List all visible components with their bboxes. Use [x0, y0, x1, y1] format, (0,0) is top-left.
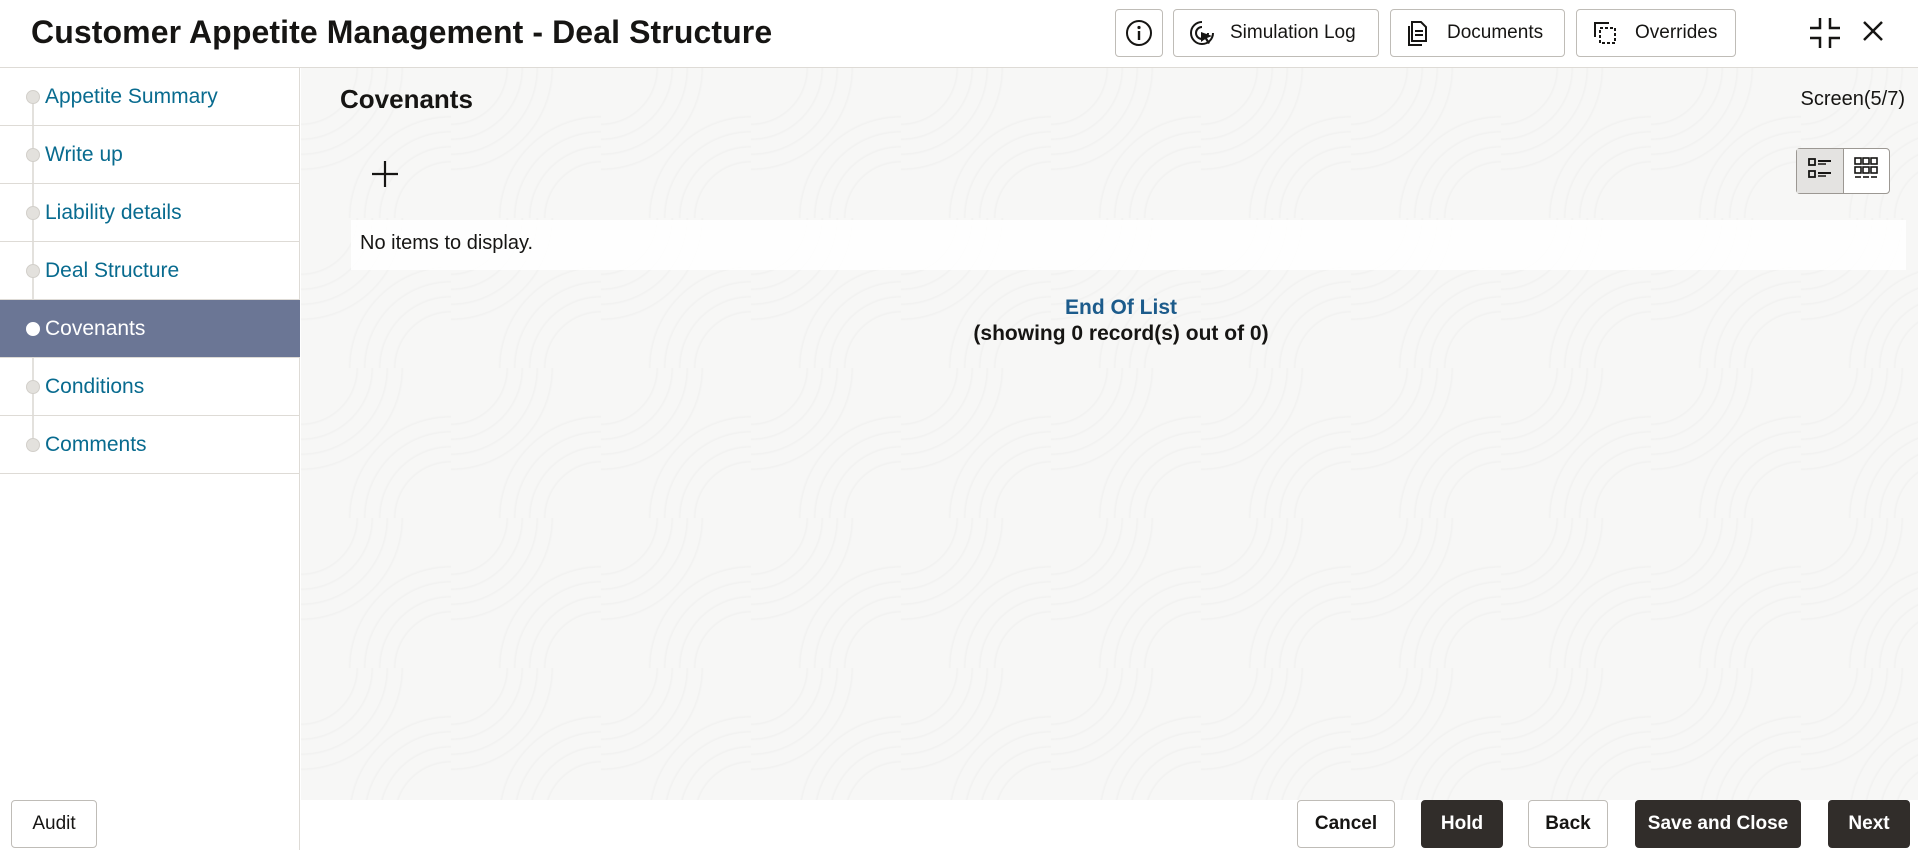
simulation-log-label: Simulation Log	[1230, 22, 1356, 43]
sidebar-item-appetite-summary[interactable]: Appetite Summary	[0, 68, 300, 126]
hold-button[interactable]: Hold	[1421, 800, 1503, 848]
section-title: Covenants	[340, 84, 473, 114]
documents-button[interactable]: Documents	[1390, 9, 1565, 57]
collapse-icon[interactable]	[1808, 16, 1842, 50]
footer-actions: Audit Cancel Hold Back Save and Close Ne…	[0, 800, 1918, 850]
sidebar-item-comments[interactable]: Comments	[0, 416, 300, 474]
record-count: (showing 0 record(s) out of 0)	[973, 322, 1269, 345]
cursor-click-icon	[1188, 19, 1216, 47]
view-toggle	[1796, 148, 1890, 194]
info-button[interactable]	[1115, 9, 1163, 57]
back-button[interactable]: Back	[1528, 800, 1608, 848]
empty-list-message: No items to display.	[351, 220, 1906, 270]
cancel-button[interactable]: Cancel	[1297, 800, 1395, 848]
documents-icon	[1405, 19, 1431, 47]
sidebar-item-conditions[interactable]: Conditions	[0, 358, 300, 416]
sidebar-item-label: Conditions	[45, 374, 145, 398]
next-button[interactable]: Next	[1828, 800, 1910, 848]
sidebar-item-label: Deal Structure	[45, 258, 180, 282]
save-and-close-button[interactable]: Save and Close	[1635, 800, 1801, 848]
step-dot-icon	[26, 264, 40, 278]
app-header: Customer Appetite Management - Deal Stru…	[0, 0, 1918, 68]
list-view-button[interactable]	[1797, 149, 1843, 193]
list-view-icon	[1807, 156, 1833, 187]
end-of-list: End Of List (showing 0 record(s) out of …	[301, 296, 1918, 346]
overrides-label: Overrides	[1635, 22, 1718, 43]
grid-view-button[interactable]	[1842, 149, 1889, 193]
step-dot-icon	[26, 206, 40, 220]
add-icon[interactable]	[367, 156, 403, 192]
sidebar-item-label: Appetite Summary	[45, 84, 218, 108]
info-icon	[1125, 19, 1153, 47]
overrides-icon	[1591, 19, 1619, 47]
step-dot-icon	[26, 90, 40, 104]
sidebar-item-covenants[interactable]: Covenants	[0, 300, 300, 358]
overrides-button[interactable]: Overrides	[1576, 9, 1736, 57]
audit-button[interactable]: Audit	[11, 800, 97, 848]
step-dot-icon	[26, 148, 40, 162]
step-dot-icon	[26, 322, 40, 336]
simulation-log-button[interactable]: Simulation Log	[1173, 9, 1379, 57]
sidebar-item-deal-structure[interactable]: Deal Structure	[0, 242, 300, 300]
main-content: Covenants Screen(5/7) No items to displa…	[301, 68, 1918, 800]
step-dot-icon	[26, 380, 40, 394]
sidebar-item-label: Liability details	[45, 200, 182, 224]
sidebar-nav: Appetite Summary Write up Liability deta…	[0, 68, 300, 474]
sidebar-item-liability-details[interactable]: Liability details	[0, 184, 300, 242]
sidebar-item-label: Write up	[45, 142, 123, 166]
page-title: Customer Appetite Management - Deal Stru…	[31, 14, 773, 50]
close-icon[interactable]	[1858, 16, 1888, 46]
step-dot-icon	[26, 438, 40, 452]
screen-indicator: Screen(5/7)	[1800, 88, 1906, 110]
sidebar-item-label: Covenants	[45, 316, 146, 340]
sidebar-item-write-up[interactable]: Write up	[0, 126, 300, 184]
end-of-list-title: End Of List	[1065, 296, 1177, 319]
sidebar-item-label: Comments	[45, 432, 147, 456]
train-stop-sidebar: Appetite Summary Write up Liability deta…	[0, 68, 300, 850]
grid-view-icon	[1853, 156, 1879, 187]
documents-label: Documents	[1447, 22, 1544, 43]
